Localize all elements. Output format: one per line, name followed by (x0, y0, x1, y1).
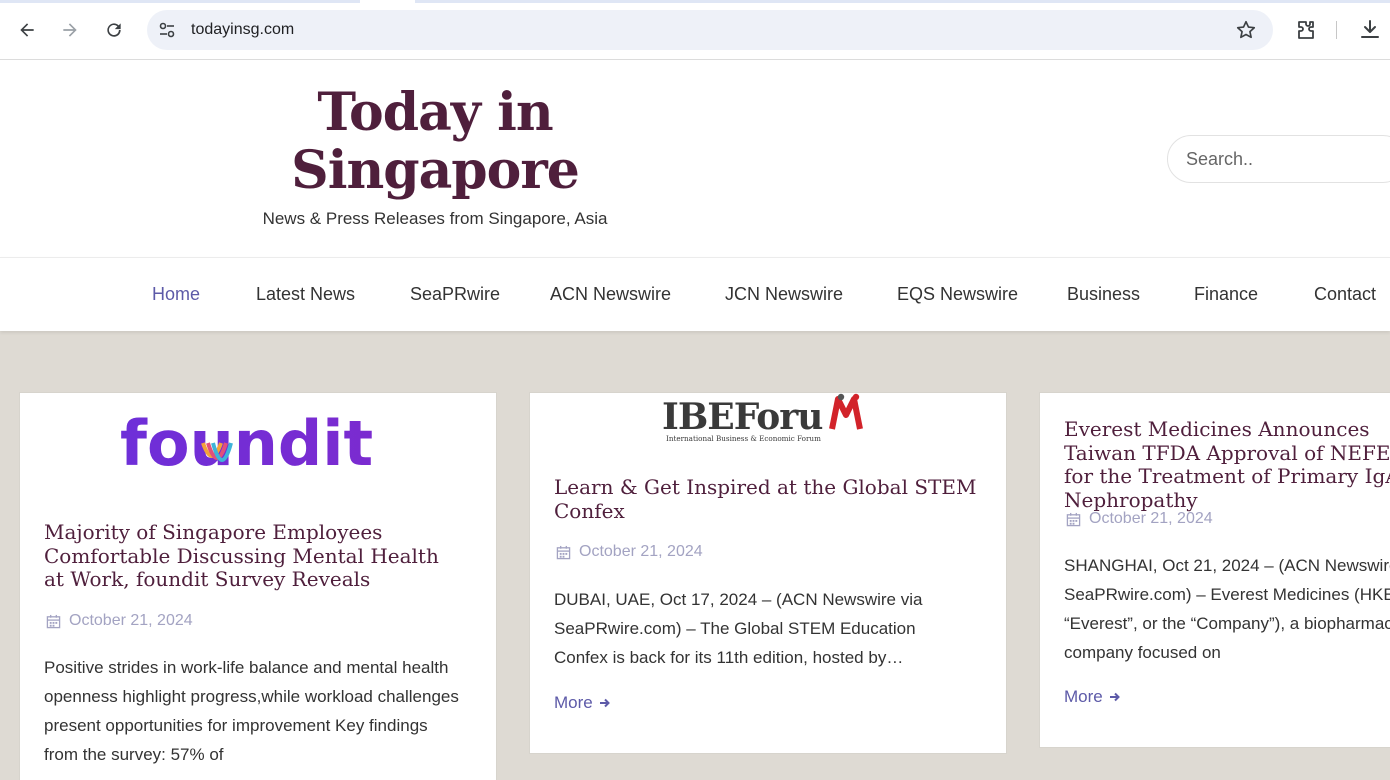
read-more-label[interactable]: More (554, 693, 593, 713)
article-date-text: October 21, 2024 (579, 543, 703, 560)
search-input[interactable] (1186, 149, 1386, 170)
download-icon[interactable] (1358, 18, 1382, 42)
nav-item-jcn-newswire[interactable]: JCN Newswire (725, 284, 843, 305)
foundit-logo-text: foundit (120, 407, 373, 477)
nav-item-contact[interactable]: Contact (1314, 284, 1376, 305)
ibe-logo-subtitle: International Business & Economic Forum (666, 434, 821, 443)
back-button[interactable] (13, 16, 41, 44)
foundit-logo[interactable]: foundit (120, 407, 400, 477)
tab-strip-edge (0, 0, 1390, 3)
browser-toolbar: todayinsg.com (0, 0, 1390, 60)
article-title[interactable]: Majority of Singapore Employees Comforta… (44, 520, 464, 592)
url-text[interactable]: todayinsg.com (191, 21, 294, 39)
article-date: October 21, 2024 (46, 612, 193, 630)
site-title[interactable]: Today in Singapore (230, 84, 640, 200)
nav-item-eqs-newswire[interactable]: EQS Newswire (897, 284, 1018, 305)
calendar-icon (556, 545, 571, 559)
ibe-logo-text: IBEForu (662, 396, 822, 438)
article-date: October 21, 2024 (556, 543, 703, 561)
article-title[interactable]: Learn & Get Inspired at the Global STEM … (554, 475, 984, 523)
article-excerpt: Positive strides in work-life balance an… (44, 658, 459, 764)
article-card: foundit Majority of Singapore Employees … (19, 392, 497, 780)
article-date: October 21, 2024 (1066, 510, 1213, 528)
site-settings-icon[interactable] (157, 20, 177, 40)
article-date-text: October 21, 2024 (1089, 510, 1213, 527)
article-title[interactable]: Everest Medicines Announces Taiwan TFDA … (1064, 417, 1390, 512)
site-title-line2[interactable]: Singapore (230, 142, 640, 200)
site-tagline: News & Press Releases from Singapore, As… (262, 209, 608, 228)
calendar-icon (1066, 512, 1081, 526)
address-bar[interactable]: todayinsg.com (147, 10, 1273, 50)
calendar-icon (46, 614, 61, 628)
extensions-icon[interactable] (1294, 18, 1318, 42)
arrow-right-icon (1109, 692, 1120, 702)
article-date-text: October 21, 2024 (69, 612, 193, 629)
reload-button[interactable] (100, 16, 128, 44)
reload-icon (107, 23, 121, 37)
article-card: IBEForu International Business & Economi… (529, 392, 1007, 754)
article-excerpt: DUBAI, UAE, Oct 17, 2024 – (ACN Newswire… (554, 590, 923, 667)
nav-item-seaprwire[interactable]: SeaPRwire (410, 284, 500, 305)
read-more-link[interactable]: More (554, 693, 611, 713)
search-box[interactable] (1167, 135, 1390, 183)
nav-item-home[interactable]: Home (152, 284, 200, 305)
article-card: Everest Medicines Announces Taiwan TFDA … (1039, 392, 1390, 748)
read-more-label[interactable]: More (1064, 687, 1103, 707)
site-header: Today in Singapore News & Press Releases… (0, 60, 1390, 257)
main-navigation: Home Latest News SeaPRwire ACN Newswire … (0, 257, 1390, 331)
arrow-right-icon (599, 698, 610, 708)
toolbar-separator (1336, 21, 1337, 39)
card-clip: Everest Medicines Announces Taiwan TFDA … (1040, 393, 1390, 749)
site-title-line1[interactable]: Today in (230, 84, 640, 142)
read-more-link[interactable]: More (1064, 687, 1121, 707)
nav-item-latest-news[interactable]: Latest News (256, 284, 355, 305)
nav-item-business[interactable]: Business (1067, 284, 1140, 305)
ibe-forum-logo[interactable]: IBEForu International Business & Economi… (660, 393, 880, 447)
nav-item-acn-newswire[interactable]: ACN Newswire (550, 284, 671, 305)
forward-arrow-icon (63, 23, 77, 37)
bookmark-star-icon[interactable] (1235, 19, 1257, 41)
article-excerpt: SHANGHAI, Oct 21, 2024 – (ACN Newswire v… (1064, 556, 1390, 662)
forward-button[interactable] (56, 16, 84, 44)
back-arrow-icon (20, 23, 34, 37)
nav-item-finance[interactable]: Finance (1194, 284, 1258, 305)
